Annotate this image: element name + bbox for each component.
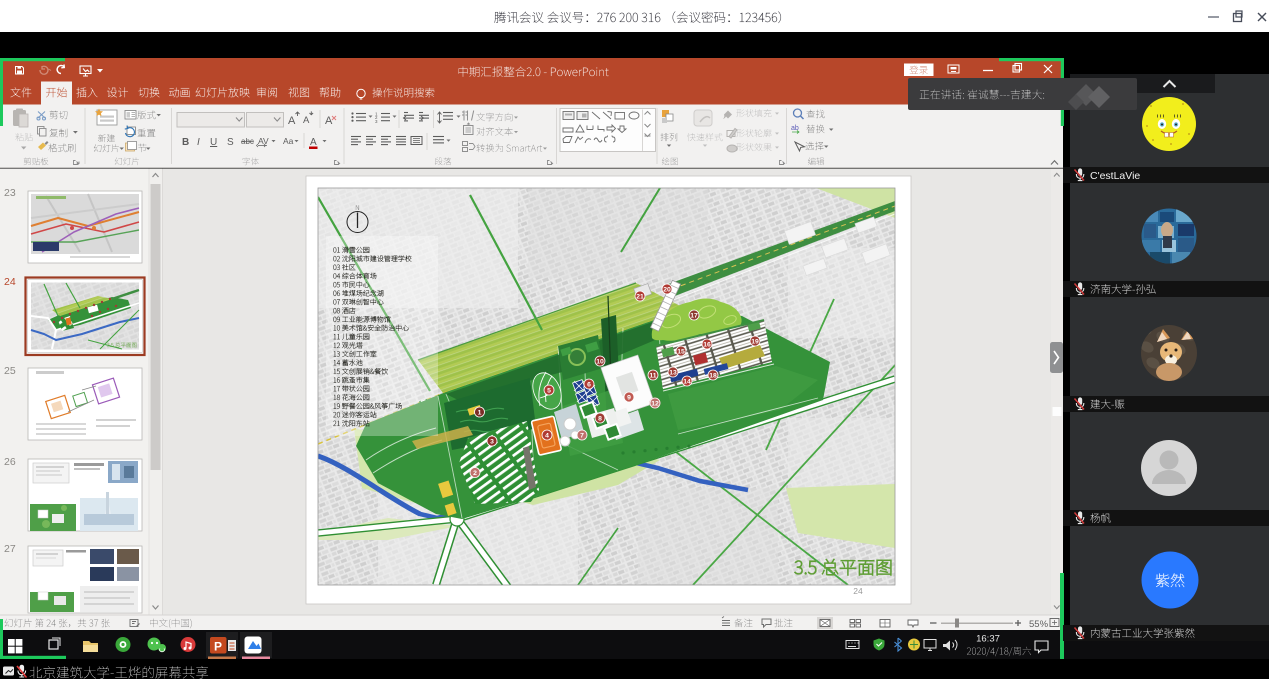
svg-text:A: A	[288, 115, 296, 127]
svg-text:16:37: 16:37	[976, 634, 1000, 645]
svg-text:15: 15	[677, 348, 685, 355]
svg-text:25: 25	[4, 365, 16, 377]
svg-text:U: U	[210, 137, 217, 148]
svg-text:B: B	[182, 137, 189, 148]
svg-text:S: S	[227, 137, 234, 148]
svg-text:55%: 55%	[1029, 619, 1049, 630]
svg-text:13: 13	[669, 369, 677, 376]
svg-text:26: 26	[4, 456, 16, 468]
svg-text:14: 14	[683, 378, 691, 385]
svg-text:12: 12	[651, 400, 659, 407]
svg-text:8: 8	[598, 415, 602, 422]
svg-text:27: 27	[4, 543, 16, 555]
svg-text:21: 21	[636, 293, 644, 300]
svg-text:1: 1	[478, 409, 482, 416]
svg-text:5: 5	[547, 387, 551, 394]
svg-text:10: 10	[596, 358, 604, 365]
svg-text:2: 2	[473, 470, 477, 477]
svg-text:abc: abc	[241, 137, 254, 146]
svg-text:A: A	[325, 115, 333, 127]
svg-text:Aa: Aa	[283, 136, 294, 146]
svg-text:9: 9	[627, 394, 631, 401]
svg-text:19: 19	[751, 338, 759, 345]
svg-text:I: I	[197, 137, 200, 148]
svg-text:AV: AV	[258, 136, 269, 146]
svg-text:A: A	[303, 115, 310, 126]
svg-text:A: A	[310, 137, 317, 148]
svg-text:P: P	[214, 640, 222, 654]
svg-text:7: 7	[580, 432, 584, 439]
svg-text:C'estLaVie: C'estLaVie	[1090, 170, 1140, 182]
svg-text:16: 16	[703, 341, 711, 348]
svg-text:20: 20	[663, 286, 671, 293]
svg-text:17: 17	[690, 312, 698, 319]
svg-text:18: 18	[709, 372, 717, 379]
svg-text:24: 24	[853, 586, 863, 596]
svg-text:3: 3	[490, 438, 494, 445]
svg-text:11: 11	[649, 372, 656, 379]
svg-text:6: 6	[587, 381, 591, 388]
svg-text:24: 24	[4, 276, 16, 288]
svg-text:23: 23	[4, 187, 16, 199]
svg-text:4: 4	[545, 432, 549, 439]
